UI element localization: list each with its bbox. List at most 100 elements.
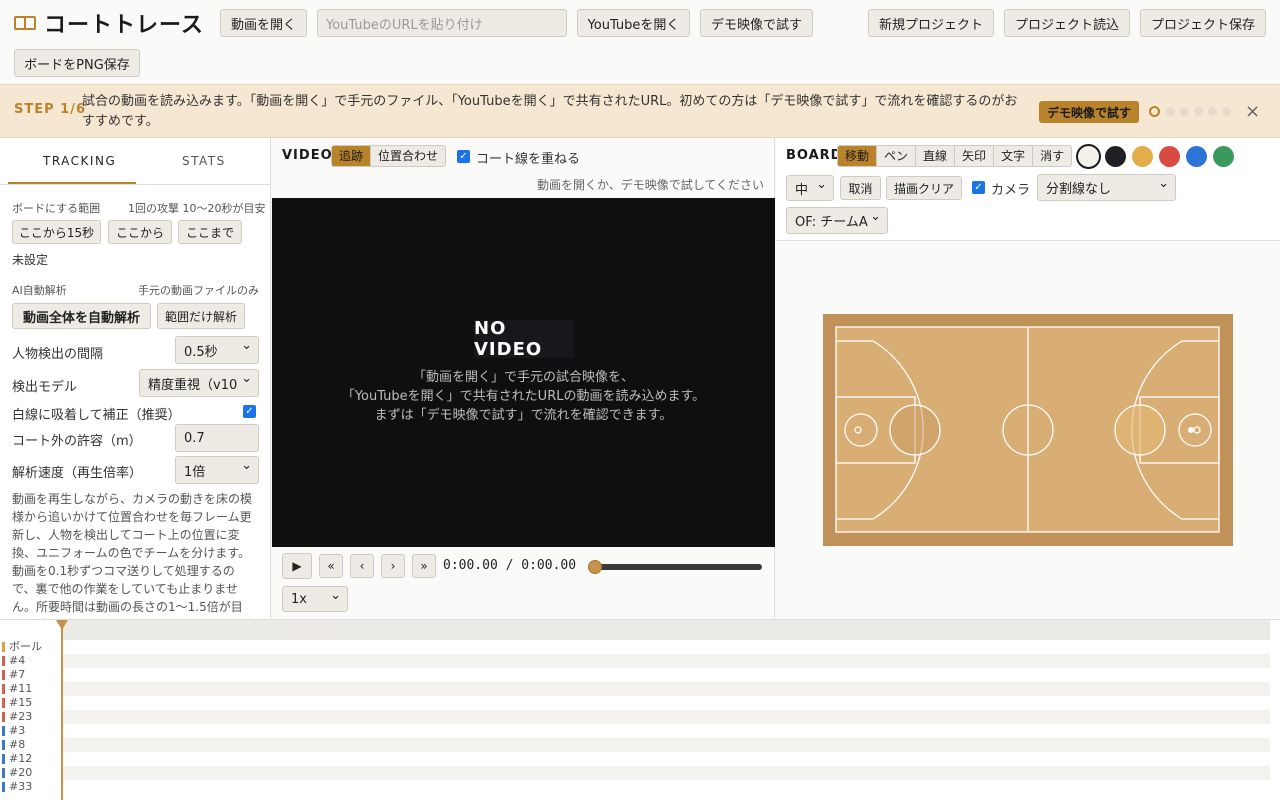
camera-checkbox[interactable]: ✓ xyxy=(972,181,985,194)
clear-drawing-button[interactable]: 描画クリア xyxy=(886,176,962,200)
model-select[interactable]: 精度重視（v10 xyxy=(139,369,259,397)
seek-handle[interactable] xyxy=(588,560,602,574)
tool-text[interactable]: 文字 xyxy=(994,146,1034,166)
basketball-court[interactable] xyxy=(823,314,1233,546)
video-screen[interactable]: NO VIDEO 「動画を開く」で手元の試合映像を、 「YouTubeを開く」で… xyxy=(272,198,775,547)
range-hint: 1回の攻撃 10〜20秒が目安 xyxy=(128,202,266,215)
tool-pen[interactable]: ペン xyxy=(877,146,917,166)
tab-divider xyxy=(0,184,270,185)
color-swatch[interactable] xyxy=(1105,146,1126,167)
youtube-url-input[interactable]: YouTubeのURLを貼り付け xyxy=(317,9,567,37)
step-back-button[interactable]: ‹ xyxy=(350,554,374,578)
track-row: #3 xyxy=(0,724,1270,738)
tool-line[interactable]: 直線 xyxy=(916,146,956,166)
load-project-button[interactable]: プロジェクト読込 xyxy=(1004,9,1130,37)
video-mode-toggle: 追跡 位置合わせ xyxy=(331,145,447,167)
step-dot-3[interactable] xyxy=(1180,107,1189,116)
track-name: #33 xyxy=(9,780,33,793)
tab-stats[interactable]: STATS xyxy=(182,154,226,168)
step-dot-6[interactable] xyxy=(1222,107,1231,116)
track-lane[interactable] xyxy=(62,696,1270,710)
overlay-checkbox[interactable]: ✓ xyxy=(457,150,470,163)
range-end-button[interactable]: ここまで xyxy=(178,220,242,244)
open-youtube-button[interactable]: YouTubeを開く xyxy=(577,9,690,37)
save-project-button[interactable]: プロジェクト保存 xyxy=(1140,9,1266,37)
tolerance-input[interactable]: 0.7 xyxy=(175,424,259,452)
tolerance-label: コート外の許容（m） xyxy=(12,434,142,449)
timeline-ruler[interactable] xyxy=(62,620,1270,640)
range-from-15s-button[interactable]: ここから15秒 xyxy=(12,220,101,244)
tool-arrow[interactable]: 矢印 xyxy=(955,146,995,166)
offense-select[interactable]: OF: チームA xyxy=(786,207,888,234)
step-demo-button[interactable]: デモ映像で試す xyxy=(1039,101,1140,123)
track-name: #12 xyxy=(9,752,33,765)
track-color-marker xyxy=(2,782,5,792)
track-color-marker xyxy=(2,670,5,680)
ai-label: AI自動解析 xyxy=(12,284,67,297)
track-row: #4 xyxy=(0,654,1270,668)
color-swatch[interactable] xyxy=(1213,146,1234,167)
step-dot-2[interactable] xyxy=(1166,107,1175,116)
step-dot-4[interactable] xyxy=(1194,107,1203,116)
speed-select[interactable]: 1倍 xyxy=(175,456,259,484)
rewind-fast-button[interactable]: « xyxy=(319,554,343,578)
track-lane[interactable] xyxy=(62,780,1270,794)
track-row: #12 xyxy=(0,752,1270,766)
model-label: 検出モデル xyxy=(12,380,78,395)
step-description: 試合の動画を読み込みます。「動画を開く」で手元のファイル、「YouTubeを開く… xyxy=(82,94,1018,129)
no-video-line-2: 「YouTubeを開く」で共有されたURLの動画を読み込めます。 xyxy=(341,389,706,404)
playhead-handle[interactable] xyxy=(56,620,68,630)
analyze-range-button[interactable]: 範囲だけ解析 xyxy=(157,303,245,329)
tab-tracking[interactable]: TRACKING xyxy=(43,154,116,168)
track-lane[interactable] xyxy=(62,710,1270,724)
tracking-panel: TRACKING STATS ボードにする範囲 1回の攻撃 10〜20秒が目安 … xyxy=(0,138,271,619)
step-dot-1[interactable] xyxy=(1149,106,1160,117)
track-lane[interactable] xyxy=(62,738,1270,752)
track-lane[interactable] xyxy=(62,668,1270,682)
step-forward-button[interactable]: › xyxy=(381,554,405,578)
track-lane[interactable] xyxy=(62,752,1270,766)
track-row: #23 xyxy=(0,710,1270,724)
new-project-button[interactable]: 新規プロジェクト xyxy=(868,9,994,37)
try-demo-button[interactable]: デモ映像で試す xyxy=(700,9,813,37)
size-select[interactable]: 中 xyxy=(786,175,834,201)
timeline[interactable]: ボール #4 #7 #11 #15 #23 #3 #8 #12 #20 #33 xyxy=(0,619,1280,800)
playback-rate-select[interactable]: 1x xyxy=(282,586,348,612)
track-color-marker xyxy=(2,726,5,736)
track-lane[interactable] xyxy=(62,682,1270,696)
tool-erase[interactable]: 消す xyxy=(1033,146,1071,166)
track-color-marker xyxy=(2,642,5,652)
mode-align[interactable]: 位置合わせ xyxy=(371,146,445,166)
track-row: #20 xyxy=(0,766,1270,780)
track-lane[interactable] xyxy=(62,654,1270,668)
close-icon[interactable]: × xyxy=(1245,101,1260,122)
overlay-label: コート線を重ねる xyxy=(476,152,581,167)
board-panel: BOARD 移動 ペン 直線 矢印 文字 消す 中 取消 描画クリア ✓ カメラ… xyxy=(776,138,1280,619)
track-row: #11 xyxy=(0,682,1270,696)
step-dot-5[interactable] xyxy=(1208,107,1217,116)
mode-track[interactable]: 追跡 xyxy=(332,146,372,166)
seek-track[interactable] xyxy=(594,564,762,570)
tool-move[interactable]: 移動 xyxy=(838,146,878,166)
color-swatch[interactable] xyxy=(1159,146,1180,167)
save-board-png-button[interactable]: ボードをPNG保存 xyxy=(14,49,140,77)
color-swatch[interactable] xyxy=(1132,146,1153,167)
play-button[interactable]: ▶ xyxy=(282,553,312,579)
color-swatch[interactable] xyxy=(1186,146,1207,167)
camera-label: カメラ xyxy=(991,183,1031,198)
analyze-all-button[interactable]: 動画全体を自動解析 xyxy=(12,303,151,329)
timeline-playhead[interactable] xyxy=(61,620,63,800)
open-video-button[interactable]: 動画を開く xyxy=(220,9,307,37)
undo-button[interactable]: 取消 xyxy=(840,176,881,200)
forward-fast-button[interactable]: » xyxy=(412,554,436,578)
detect-interval-select[interactable]: 0.5秒 xyxy=(175,336,259,364)
track-color-marker xyxy=(2,740,5,750)
track-lane[interactable] xyxy=(62,724,1270,738)
snap-checkbox[interactable]: ✓ xyxy=(243,405,256,418)
track-lane[interactable] xyxy=(62,766,1270,780)
range-start-button[interactable]: ここから xyxy=(108,220,172,244)
track-lane[interactable] xyxy=(62,640,1270,654)
color-swatch[interactable] xyxy=(1076,144,1101,169)
video-panel: VIDEO 追跡 位置合わせ ✓ コート線を重ねる 動画を開くか、デモ映像で試し… xyxy=(272,138,775,619)
split-select[interactable]: 分割線なし xyxy=(1037,174,1176,201)
